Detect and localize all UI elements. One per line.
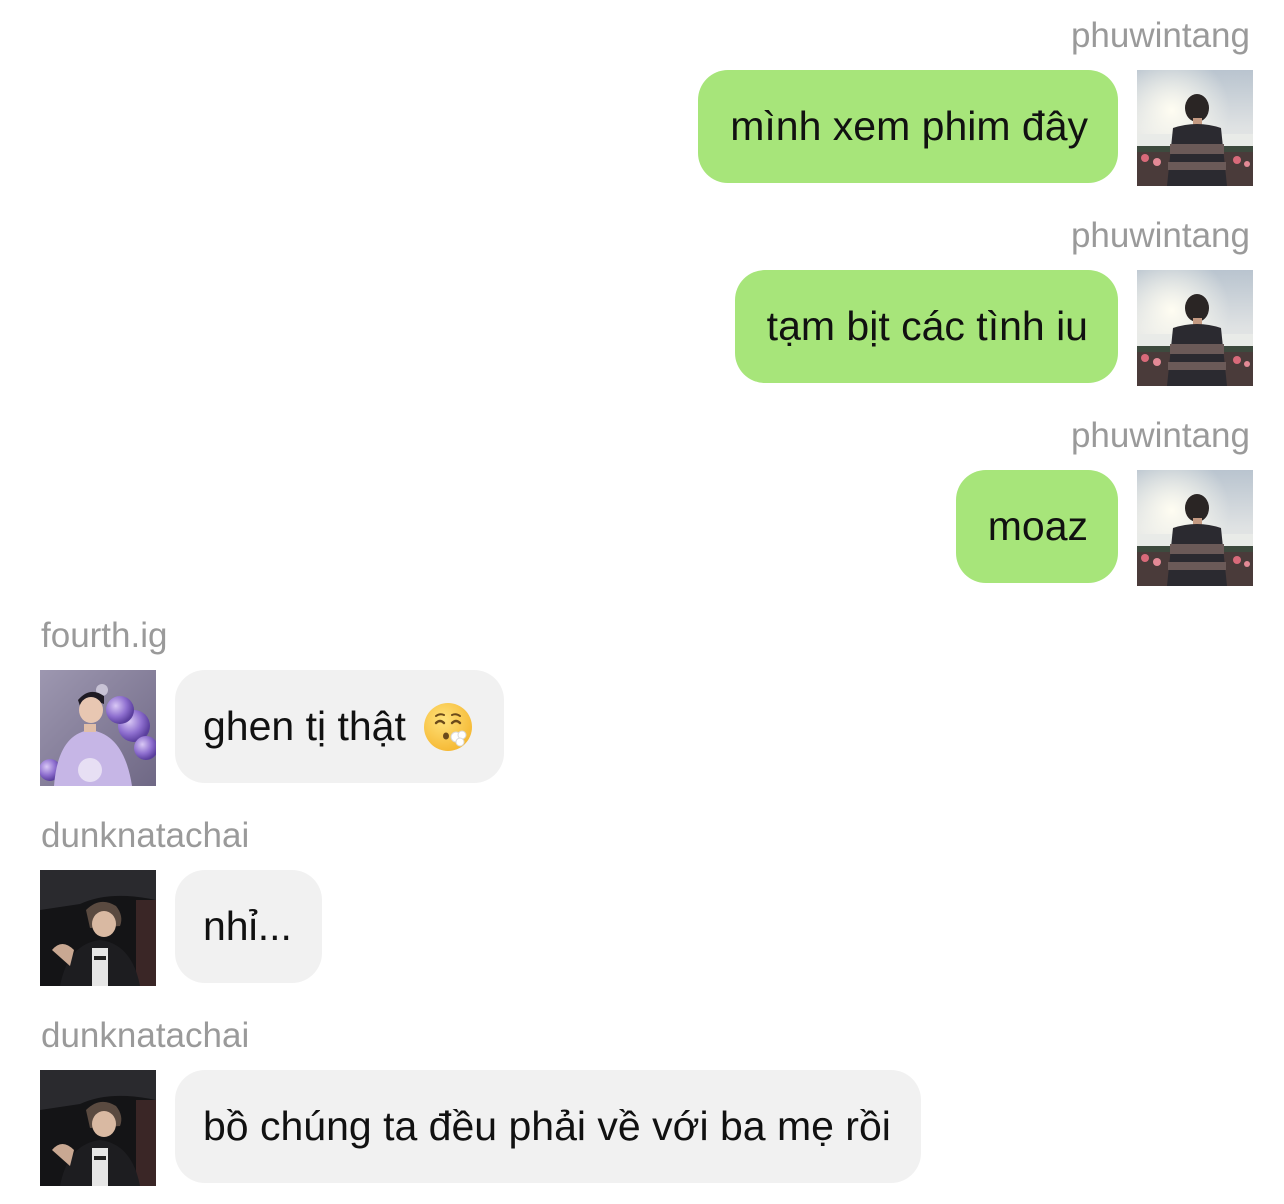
message-text: bồ chúng ta đều phải về với ba mẹ rồi [203,1103,891,1149]
message-bubble[interactable]: tạm bịt các tình iu [734,270,1118,383]
message-group: phuwintang moaz [0,400,1284,600]
message-group: dunknatachai nhỉ... [0,800,1284,1000]
message-bubble[interactable]: moaz [955,470,1118,583]
message-text: nhỉ... [203,903,292,949]
message-text: ghen tị thật [203,703,406,749]
message-text: tạm bịt các tình iu [766,303,1088,349]
message-group: dunknatachai bồ chúng ta đều phải về với… [0,1000,1284,1204]
sender-username[interactable]: phuwintang [1071,216,1250,256]
message-text: mình xem phim đây [730,103,1088,149]
message-text: moaz [987,503,1088,549]
message-bubble[interactable]: mình xem phim đây [698,70,1118,183]
face-exhaling-emoji [422,701,474,753]
avatar[interactable] [1137,470,1253,586]
message-bubble[interactable]: nhỉ... [175,870,322,983]
sender-username[interactable]: phuwintang [1071,416,1250,456]
message-group: phuwintang tạm bịt các tình iu [0,200,1284,400]
avatar[interactable] [40,1070,156,1186]
message-group: fourth.ig ghen tị thật [0,600,1284,800]
sender-username[interactable]: phuwintang [1071,16,1250,56]
message-group: phuwintang mình xem phim đây [0,0,1284,200]
avatar[interactable] [40,670,156,786]
avatar[interactable] [40,870,156,986]
avatar[interactable] [1137,270,1253,386]
message-bubble[interactable]: bồ chúng ta đều phải về với ba mẹ rồi [175,1070,921,1183]
sender-username[interactable]: dunknatachai [41,816,249,856]
avatar[interactable] [1137,70,1253,186]
message-bubble[interactable]: ghen tị thật [175,670,504,783]
sender-username[interactable]: fourth.ig [41,616,167,656]
sender-username[interactable]: dunknatachai [41,1016,249,1056]
